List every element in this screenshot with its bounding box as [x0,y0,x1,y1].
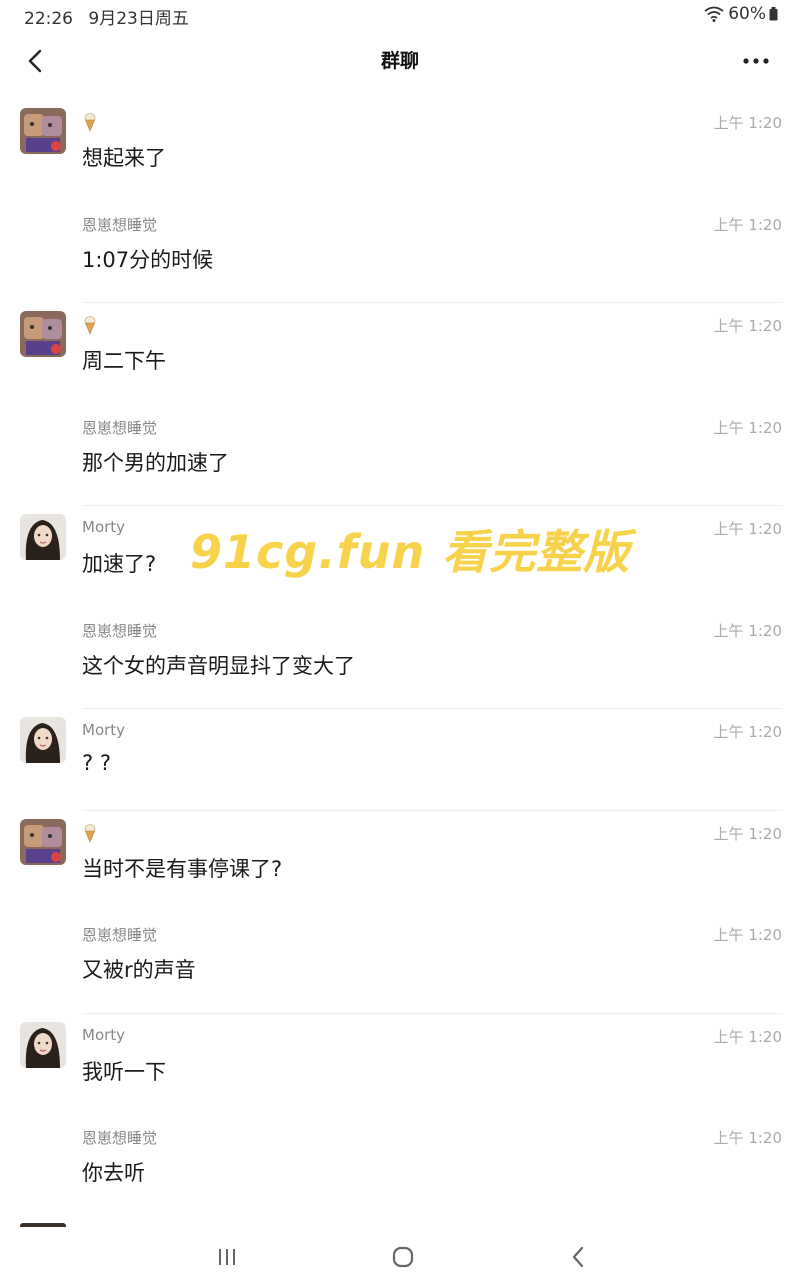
message-time: 上午 1:20 [713,418,782,437]
chat-header: 群聊 [0,36,800,86]
sender-name: Morty [82,1025,126,1044]
message-item[interactable]: 恩崽想睡觉 上午 1:20 又被r的声音 [0,912,800,1014]
sender-name: 恩崽想睡觉 [82,926,158,944]
message-text: 想起来了 [82,146,166,170]
message-item[interactable]: 恩崽想睡觉 上午 1:20 你去听 [0,1115,800,1217]
message-list[interactable]: 上午 1:20 想起来了 恩崽想睡觉 上午 1:20 1:07分的时候 上午 1:20 周二… [0,100,800,1225]
message-time: 上午 1:20 [713,723,782,741]
status-time: 22:26 [24,9,73,29]
sender-name [82,315,98,339]
avatar[interactable] [20,818,66,865]
sender-name [82,823,98,847]
back-icon[interactable] [564,1244,594,1270]
avatar[interactable] [20,311,66,357]
recent-apps-icon[interactable] [212,1244,242,1270]
message-time: 上午 1:20 [713,824,782,843]
avatar[interactable] [20,514,66,560]
message-text: 又被r的声音 [82,958,196,982]
sender-name: 恩崽想睡觉 [82,418,158,437]
sender-name: 恩崽想睡觉 [82,621,158,640]
sender-name: Morty [82,518,126,536]
page-title: 群聊 [380,50,419,72]
ice-cream-icon [84,113,96,132]
more-options-button[interactable] [738,49,774,73]
status-left: 22:26 9月23日周五 [24,4,199,29]
avatar[interactable] [20,1021,66,1068]
battery-icon [769,7,778,21]
message-time: 上午 1:20 [713,1027,782,1046]
message-item[interactable]: 上午 1:20 想起来了 [0,100,800,202]
sender-name [82,112,98,136]
message-item[interactable]: 恩崽想睡觉 上午 1:20 1:07分的时候 [0,202,800,303]
avatar[interactable] [20,1223,66,1227]
message-text: 我听一下 [82,1059,166,1084]
message-time: 上午 1:20 [713,1129,782,1147]
message-time: 上午 1:20 [713,621,782,640]
status-date: 9月23日周五 [88,9,189,29]
message-item[interactable]: 恩崽想睡觉 上午 1:20 那个男的加速了 [0,405,800,506]
message-item[interactable]: 恩崽想睡觉 上午 1:20 这个女的声音明显抖了变大了 [0,608,800,709]
home-icon[interactable] [388,1244,418,1270]
message-text: 这个女的声音明显抖了变大了 [82,653,355,678]
message-text: 当时不是有事停课了? [82,856,283,881]
status-bar: 22:26 9月23日周五 60% [0,0,800,30]
system-navigation-bar [0,1232,800,1280]
message-time: 上午 1:20 [713,926,782,944]
sender-name: Morty [82,721,126,739]
avatar[interactable] [20,108,66,154]
status-right: 60% [704,4,778,24]
message-time: 上午 1:20 [713,317,782,335]
avatar[interactable] [20,717,66,763]
message-text: ? ? [82,751,111,775]
ice-cream-icon [84,823,96,843]
battery-percent: 60% [728,4,766,24]
ice-cream-icon [84,316,96,335]
sender-name: 恩崽想睡觉 [82,215,158,234]
message-text: 加速了? [82,552,157,576]
message-text: 周二下午 [82,349,166,373]
message-item[interactable]: 上午 1:20 当时不是有事停课了? [0,811,800,913]
wifi-icon [704,6,724,22]
message-text: 那个男的加速了 [82,450,229,475]
message-item[interactable]: 上午 1:20 周二下午 [0,303,800,405]
message-text: 1:07分的时候 [82,247,214,272]
message-text: 你去听 [82,1161,145,1185]
message-item[interactable]: Morty 上午 1:20 我听一下 [0,1014,800,1116]
message-time: 上午 1:20 [713,215,782,234]
sender-name: 恩崽想睡觉 [82,1129,158,1147]
message-time: 上午 1:20 [713,114,782,132]
message-item[interactable]: Morty 上午 1:20 ? ? [0,709,800,811]
message-time: 上午 1:20 [713,520,782,538]
watermark: 91cg.fun 看完整版 [190,525,631,579]
